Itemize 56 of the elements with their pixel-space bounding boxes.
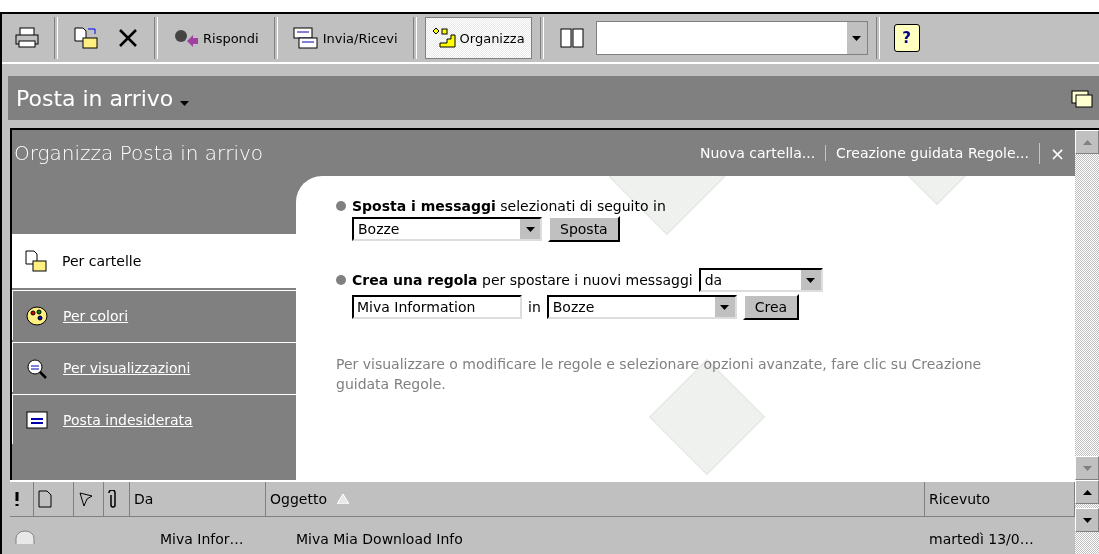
combo-box[interactable] [595,21,868,55]
document-icon [38,490,52,508]
table-cell-text: Miva Infor… [159,531,245,547]
move-button[interactable]: Sposta [548,216,620,242]
in-label: in [528,299,541,315]
paperclip-icon [108,490,118,508]
help-note: Per visualizzare o modificare le regole e selezionare opzioni avanzate, fare clic su Creazione guidata Regole. [336,355,983,394]
help-button[interactable]: ? [893,24,920,52]
envelopes-icon [1071,88,1093,108]
dropdown-arrow-icon [525,226,535,232]
sender-field[interactable]: Miva Information [352,295,522,319]
table-cell-text: Miva Mia Download Info [295,531,464,547]
organizer-link[interactable]: Nuova cartella... [690,145,826,161]
create-button[interactable]: Crea [742,294,800,320]
condition-dropdown[interactable]: da [698,268,823,292]
down-arrow-icon [1082,465,1092,471]
move-to-folder-icon [73,26,99,50]
organizer-tab[interactable]: Posta indesiderata [12,394,296,444]
printer-icon [15,27,39,49]
down-arrow-icon [1082,517,1092,523]
organizer-title: Organizza Posta in arrivo [14,141,265,165]
organizer-tab[interactable]: Per colori [12,290,296,340]
toolbar-button[interactable]: Organizza [424,17,532,59]
move-to-folder-icon [24,249,48,273]
section-heading: Sposta i messaggi selezionati di seguito in [352,198,666,214]
send-receive-icon [292,26,319,50]
dropdown-arrow-icon [806,277,816,283]
folder-dropdown[interactable]: Bozze [546,295,737,319]
toolbar-button[interactable]: Rispondi [166,17,266,59]
bullet-icon [336,201,346,211]
dropdown-arrow-icon [720,304,730,310]
scrollbar[interactable] [1075,480,1099,554]
exclamation-icon [14,491,20,507]
organizer-tab[interactable]: Per cartelle [12,234,296,288]
toolbar-button[interactable]: Invia/Ricevi [285,17,405,59]
dropdown-arrow-icon [852,35,862,41]
organize-icon [431,27,456,49]
book-icon [558,27,585,49]
message-row[interactable]: Miva Infor… Miva Mia Download Info martedì 13/0… [10,517,1075,547]
folder-title[interactable]: Posta in arrivo [16,85,190,111]
table-cell-text: martedì 13/0… [928,531,1035,547]
up-arrow-icon [1082,489,1092,495]
column-header[interactable]: Da [130,482,266,516]
scrollbar[interactable] [1075,130,1099,480]
caret-icon [180,100,190,106]
delete-icon [117,27,139,49]
up-arrow-icon [1082,139,1092,145]
palette-icon [25,304,49,327]
reply-icon [173,27,199,49]
flag-icon [78,491,94,507]
bullet-icon [336,275,346,285]
organizer-tab[interactable]: Per visualizzazioni [12,342,296,392]
folder-dropdown[interactable]: Bozze [352,217,542,241]
column-header[interactable]: Oggetto [266,482,925,516]
organizer-link[interactable]: Creazione guidata Regole... [825,145,1039,161]
section-heading: Crea una regola per spostare i nuovi messaggi [352,272,693,288]
